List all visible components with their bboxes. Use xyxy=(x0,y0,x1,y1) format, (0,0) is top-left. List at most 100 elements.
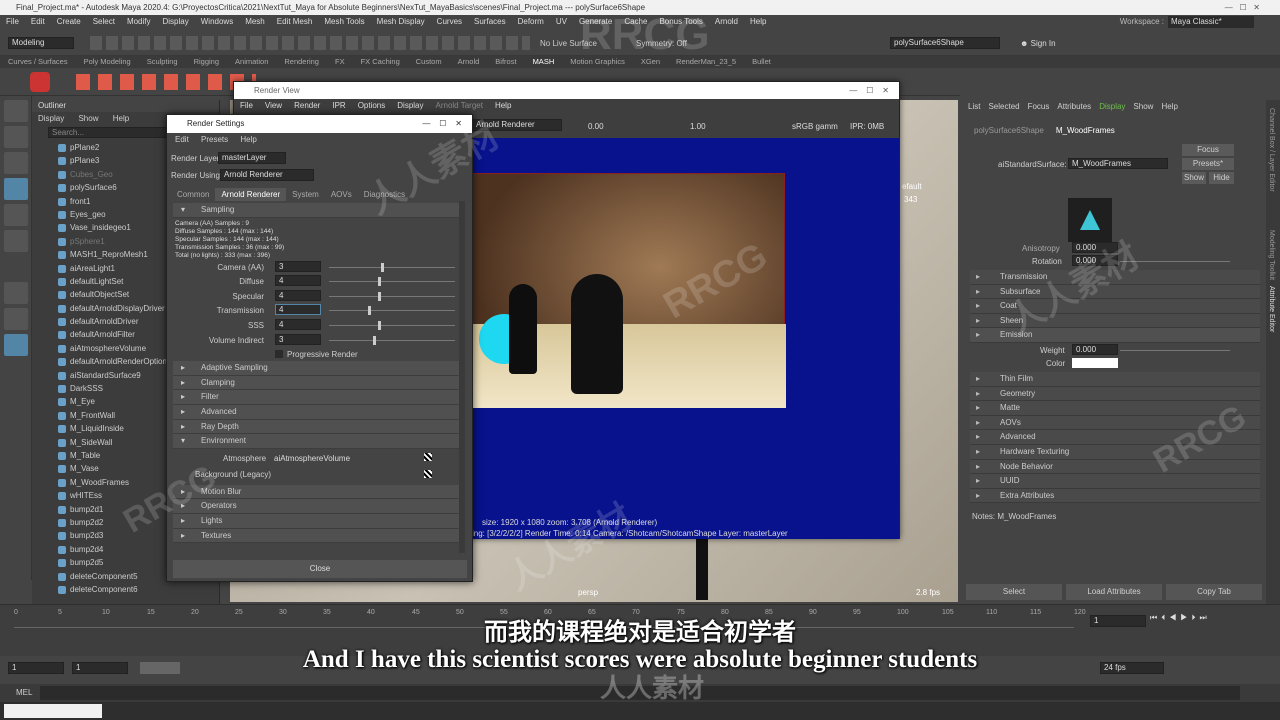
rs-tab[interactable]: Common xyxy=(171,188,215,201)
ae-menu-item[interactable]: Show xyxy=(1133,102,1153,111)
rs-section-header[interactable]: Textures xyxy=(173,528,459,544)
rs-menu-help[interactable]: Help xyxy=(240,135,256,144)
rs-section-header[interactable]: Filter xyxy=(173,390,459,405)
presets-button[interactable]: Presets* xyxy=(1182,158,1234,170)
shelf-tab[interactable]: Custom xyxy=(416,57,442,66)
mash-icon[interactable] xyxy=(30,72,50,92)
layout-single-icon[interactable] xyxy=(3,282,28,304)
rv-menu-item[interactable]: IPR xyxy=(332,101,345,110)
ae-tab[interactable]: M_WoodFrames xyxy=(1056,126,1115,135)
rv-menu-item[interactable]: Render xyxy=(294,101,320,110)
sampling-value-field[interactable]: 3 xyxy=(275,260,321,272)
ae-menu-item[interactable]: Help xyxy=(1161,102,1177,111)
shelf-tab[interactable]: Poly Modeling xyxy=(84,57,131,66)
rs-tab[interactable]: Arnold Renderer xyxy=(215,188,287,201)
sampling-value-field[interactable]: 4 xyxy=(275,318,321,330)
ae-menu-item[interactable]: Focus xyxy=(1028,102,1050,111)
rs-section-header[interactable]: Ray Depth xyxy=(173,419,459,435)
outliner-menu-display[interactable]: Display xyxy=(38,114,64,123)
menu-item[interactable]: Edit Mesh xyxy=(277,17,313,26)
emission-weight-field[interactable]: 0.000 xyxy=(1072,344,1118,355)
emission-weight-slider[interactable] xyxy=(1120,350,1230,351)
ae-load-attributes-button[interactable]: Load Attributes xyxy=(1066,584,1162,600)
sampling-slider-handle[interactable] xyxy=(373,335,376,345)
checker-icon[interactable] xyxy=(424,469,432,478)
menu-item[interactable]: Help xyxy=(750,17,766,26)
layout-outliner-icon[interactable] xyxy=(3,334,28,356)
ae-menu-item[interactable]: List xyxy=(968,102,980,111)
move-tool-icon[interactable] xyxy=(3,178,28,200)
sampling-slider-handle[interactable] xyxy=(368,306,371,316)
ae-section-header[interactable]: Geometry xyxy=(970,386,1260,402)
ae-menu-item[interactable]: Display xyxy=(1099,102,1125,111)
rv-gamma[interactable]: 1.00 xyxy=(690,122,706,131)
rv-menu-item[interactable]: File xyxy=(240,101,253,110)
sampling-value-field[interactable]: 4 xyxy=(275,304,321,316)
show-button[interactable]: Show xyxy=(1182,172,1206,184)
render-view-window-controls[interactable]: — ☐ ✕ xyxy=(849,82,889,99)
sampling-slider-handle[interactable] xyxy=(378,291,381,301)
rs-section-header[interactable]: Advanced xyxy=(173,404,459,420)
rs-section-header[interactable]: Lights xyxy=(173,513,459,529)
rv-menu-item[interactable]: Help xyxy=(495,101,511,110)
sampling-slider-handle[interactable] xyxy=(381,262,384,272)
lasso-tool-icon[interactable] xyxy=(3,126,28,148)
select-tool-icon[interactable] xyxy=(3,100,28,122)
ae-node-name[interactable]: M_WoodFrames xyxy=(1068,158,1168,169)
menu-item[interactable]: Deform xyxy=(518,17,544,26)
shelf-tab[interactable]: Animation xyxy=(235,57,268,66)
outliner-menu-show[interactable]: Show xyxy=(78,114,98,123)
ae-tab[interactable]: polySurface6Shape xyxy=(974,126,1044,135)
hide-button[interactable]: Hide xyxy=(1209,172,1234,184)
shelf-tab[interactable]: Rigging xyxy=(194,57,219,66)
shelf-tab[interactable]: Curves / Surfaces xyxy=(8,57,68,66)
shelf-tab[interactable]: MASH xyxy=(533,57,555,66)
rv-menu-item[interactable]: Arnold Target xyxy=(436,101,483,110)
layout-four-icon[interactable] xyxy=(3,308,28,330)
ae-section-header[interactable]: Node Behavior xyxy=(970,459,1260,475)
sampling-value-field[interactable]: 3 xyxy=(275,333,321,345)
menu-item[interactable]: UV xyxy=(556,17,567,26)
sampling-value-field[interactable]: 4 xyxy=(275,289,321,301)
emission-color-swatch[interactable] xyxy=(1072,358,1118,368)
side-tab[interactable]: Attribute Editor xyxy=(1268,286,1275,332)
rs-menu-presets[interactable]: Presets xyxy=(201,135,228,144)
sampling-slider-handle[interactable] xyxy=(378,277,381,287)
status-tool-icons[interactable] xyxy=(90,36,530,50)
render-using-select[interactable]: Arnold Renderer xyxy=(220,169,314,181)
outliner-menu-help[interactable]: Help xyxy=(113,114,129,123)
shelf-tab[interactable]: Rendering xyxy=(284,57,319,66)
sampling-slider[interactable] xyxy=(329,266,455,268)
menu-item[interactable]: Arnold xyxy=(715,17,738,26)
render-layer-select[interactable]: masterLayer xyxy=(218,152,286,164)
ae-copy-tab-button[interactable]: Copy Tab xyxy=(1166,584,1262,600)
sampling-slider[interactable] xyxy=(329,324,455,326)
rs-section-header[interactable]: Clamping xyxy=(173,375,459,391)
progressive-checkbox[interactable] xyxy=(275,350,283,359)
rs-tab[interactable]: AOVs xyxy=(325,188,358,201)
rv-colorspace[interactable]: sRGB gamm xyxy=(792,122,838,131)
ae-menu-item[interactable]: Selected xyxy=(988,102,1019,111)
menu-item[interactable]: Mesh xyxy=(245,17,265,26)
side-tab[interactable]: Channel Box / Layer Editor xyxy=(1268,108,1275,192)
side-tab[interactable]: Modeling Toolkit xyxy=(1268,230,1275,280)
ae-section-header[interactable]: UUID xyxy=(970,474,1260,489)
sampling-slider[interactable] xyxy=(329,281,455,283)
rv-exposure[interactable]: 0.00 xyxy=(588,122,604,131)
ae-menu-item[interactable]: Attributes xyxy=(1057,102,1091,111)
menu-item[interactable]: File xyxy=(6,17,19,26)
ae-select-button[interactable]: Select xyxy=(966,584,1062,600)
ae-section-header[interactable]: Thin Film xyxy=(970,372,1260,387)
checker-icon[interactable] xyxy=(424,452,432,461)
workspace-select[interactable]: Maya Classic* xyxy=(1168,16,1254,28)
sampling-slider[interactable] xyxy=(329,339,455,341)
sampling-slider[interactable] xyxy=(329,295,455,297)
shelf-tab[interactable]: FX Caching xyxy=(361,57,400,66)
ae-section-header[interactable]: Extra Attributes xyxy=(970,488,1260,504)
shelf-tab[interactable]: Arnold xyxy=(458,57,480,66)
menu-item[interactable]: Create xyxy=(57,17,81,26)
menu-item[interactable]: Mesh Tools xyxy=(324,17,364,26)
menu-item[interactable]: Windows xyxy=(201,17,233,26)
rs-tab[interactable]: System xyxy=(286,188,325,201)
menu-item[interactable]: Display xyxy=(163,17,189,26)
